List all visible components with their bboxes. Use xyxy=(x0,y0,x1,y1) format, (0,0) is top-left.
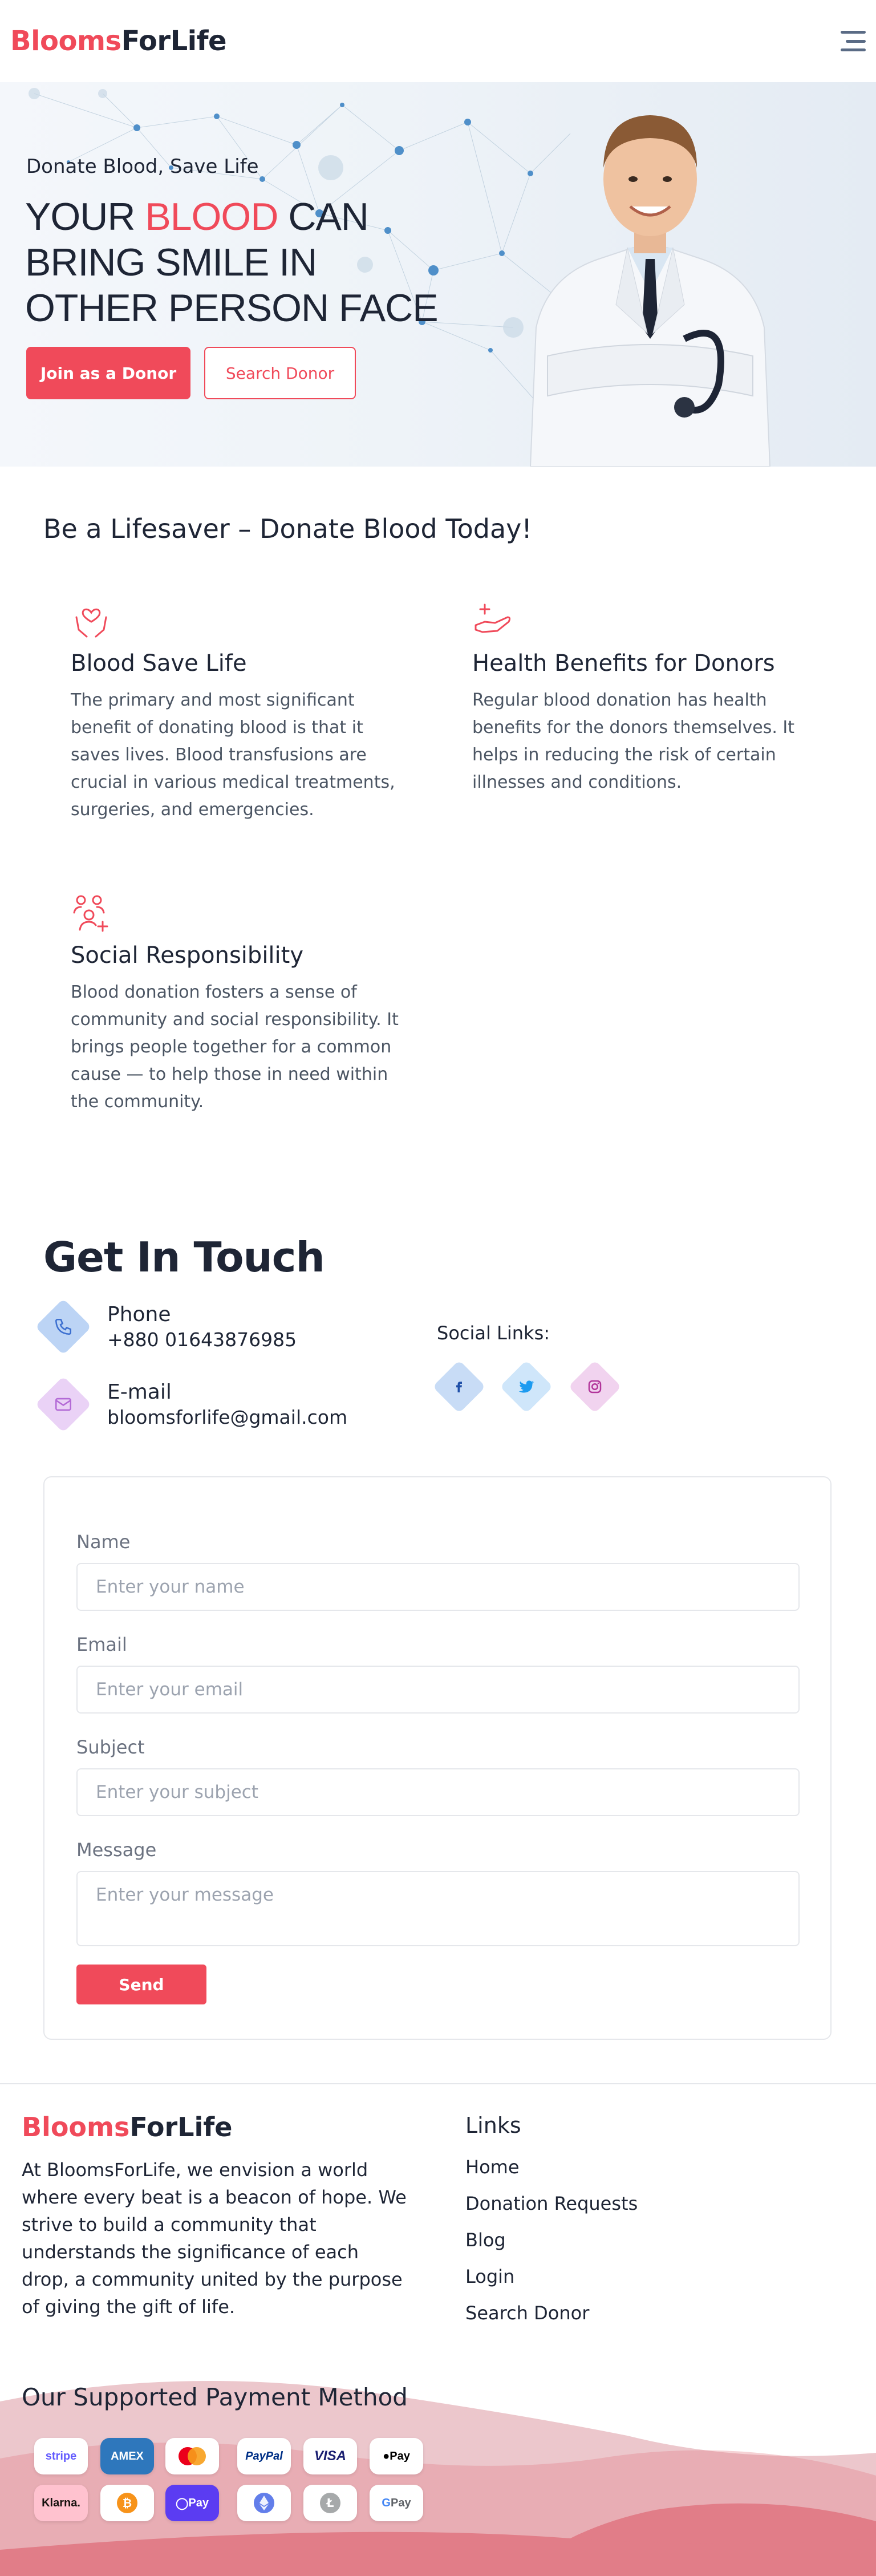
hero-subtitle: Donate Blood, Save Life xyxy=(26,155,259,178)
bitcoin-glyph: ₿ xyxy=(123,2496,132,2510)
footer-logo[interactable]: BloomsForLife xyxy=(22,2112,233,2142)
visa-icon: VISA xyxy=(303,2438,357,2474)
phone-icon xyxy=(55,1318,72,1335)
litecoin-icon: Ł xyxy=(303,2485,357,2521)
heart-hands-icon xyxy=(75,608,107,638)
contact-title: Get In Touch xyxy=(43,1233,325,1281)
name-label: Name xyxy=(76,1531,131,1553)
site-header: BloomsForLife xyxy=(0,0,876,82)
feature-heading: Health Benefits for Donors xyxy=(472,650,775,677)
stripe-label: stripe xyxy=(45,2449,77,2462)
twitter-link[interactable] xyxy=(500,1360,553,1413)
stripe-icon: stripe xyxy=(34,2438,88,2474)
facebook-link[interactable] xyxy=(432,1360,486,1413)
opay-icon: ◯ Pay xyxy=(165,2485,219,2521)
ethereum-icon xyxy=(237,2485,291,2521)
feature-social-responsibility: Social Responsibility Blood donation fos… xyxy=(71,892,413,1116)
search-donor-button[interactable]: Search Donor xyxy=(204,347,356,399)
hamburger-menu-icon[interactable] xyxy=(841,31,866,51)
hero-title-before: YOUR xyxy=(25,195,145,238)
hand-plus-icon xyxy=(474,604,511,633)
visa-label: VISA xyxy=(314,2448,346,2464)
instagram-link[interactable] xyxy=(568,1360,622,1413)
name-input[interactable] xyxy=(76,1563,800,1611)
twitter-icon xyxy=(518,1380,534,1393)
footer-link-login[interactable]: Login xyxy=(465,2266,514,2287)
phone-label: Phone xyxy=(107,1303,171,1326)
footer-link-blog[interactable]: Blog xyxy=(465,2229,506,2251)
hero-title: YOUR BLOOD CAN BRING SMILE IN OTHER PERS… xyxy=(25,194,459,331)
email-icon-badge xyxy=(35,1376,92,1433)
hero-banner: Donate Blood, Save Life YOUR BLOOD CAN B… xyxy=(0,82,876,467)
contact-phone: Phone +880 01643876985 xyxy=(35,1298,297,1355)
apple-pay-label: Pay xyxy=(390,2449,410,2462)
google-pay-icon: G Pay xyxy=(370,2485,423,2521)
amex-icon: AMEX xyxy=(100,2438,154,2474)
facebook-icon xyxy=(456,1382,462,1392)
footer-divider xyxy=(0,2083,876,2084)
footer-link-search-donor[interactable]: Search Donor xyxy=(465,2302,589,2324)
feature-heading: Social Responsibility xyxy=(71,942,304,969)
logo-part-forlife: ForLife xyxy=(121,25,227,57)
message-input[interactable] xyxy=(76,1871,800,1946)
hero-title-highlight: BLOOD xyxy=(145,195,278,238)
feature-blood-save-life: Blood Save Life The primary and most sig… xyxy=(71,600,413,824)
footer-link-home[interactable]: Home xyxy=(465,2156,520,2178)
contact-email: E-mail bloomsforlife@gmail.com xyxy=(35,1376,347,1433)
subject-input[interactable] xyxy=(76,1768,800,1816)
subject-label: Subject xyxy=(76,1736,145,1758)
instagram-icon xyxy=(588,1380,602,1394)
google-g-glyph: G xyxy=(382,2496,391,2509)
email-value[interactable]: bloomsforlife@gmail.com xyxy=(107,1406,347,1428)
paypal-label: PayPal xyxy=(245,2449,283,2462)
footer-logo-part-forlife: ForLife xyxy=(129,2112,233,2142)
site-logo[interactable]: BloomsForLife xyxy=(10,25,227,57)
klarna-label: Klarna. xyxy=(42,2496,80,2509)
feature-text: Regular blood donation has health benefi… xyxy=(472,690,795,792)
phone-value[interactable]: +880 01643876985 xyxy=(107,1328,297,1351)
klarna-icon: Klarna. xyxy=(34,2485,88,2521)
payment-methods-title: Our Supported Payment Method xyxy=(22,2383,408,2411)
join-donor-button[interactable]: Join as a Donor xyxy=(26,347,190,399)
social-links-label: Social Links: xyxy=(437,1322,550,1344)
footer-description: At BloomsForLife, we envision a world wh… xyxy=(22,2159,407,2318)
email-label: Email xyxy=(76,1634,127,1655)
footer-links-title: Links xyxy=(465,2113,521,2138)
contact-form: Name Email Subject Message Send xyxy=(43,1476,832,2040)
logo-part-blooms: Blooms xyxy=(10,25,121,57)
footer-link-donation-requests[interactable]: Donation Requests xyxy=(465,2193,638,2214)
mastercard-icon xyxy=(165,2438,219,2474)
feature-text: The primary and most significant benefit… xyxy=(71,690,395,820)
feature-heading: Blood Save Life xyxy=(71,650,247,677)
message-label: Message xyxy=(76,1839,157,1861)
apple-glyph: ● xyxy=(383,2449,390,2462)
litecoin-glyph: Ł xyxy=(326,2496,334,2510)
features-title: Be a Lifesaver – Donate Blood Today! xyxy=(43,513,532,544)
google-pay-label: Pay xyxy=(390,2496,411,2509)
email-input[interactable] xyxy=(76,1666,800,1714)
opay-glyph: ◯ xyxy=(176,2497,189,2510)
community-icon xyxy=(73,895,108,932)
amex-label: AMEX xyxy=(111,2449,144,2462)
opay-label: Pay xyxy=(188,2496,209,2509)
mail-icon xyxy=(55,1398,72,1411)
send-button[interactable]: Send xyxy=(76,1965,206,2004)
bitcoin-icon: ₿ xyxy=(100,2485,154,2521)
feature-health-benefits: Health Benefits for Donors Regular blood… xyxy=(472,600,814,796)
phone-icon-badge xyxy=(35,1298,92,1355)
email-label: E-mail xyxy=(107,1380,172,1404)
paypal-icon: PayPal xyxy=(237,2438,291,2474)
apple-pay-icon: ● Pay xyxy=(370,2438,423,2474)
doctor-image xyxy=(529,115,771,467)
footer-logo-part-blooms: Blooms xyxy=(22,2112,130,2142)
feature-text: Blood donation fosters a sense of commun… xyxy=(71,982,399,1112)
